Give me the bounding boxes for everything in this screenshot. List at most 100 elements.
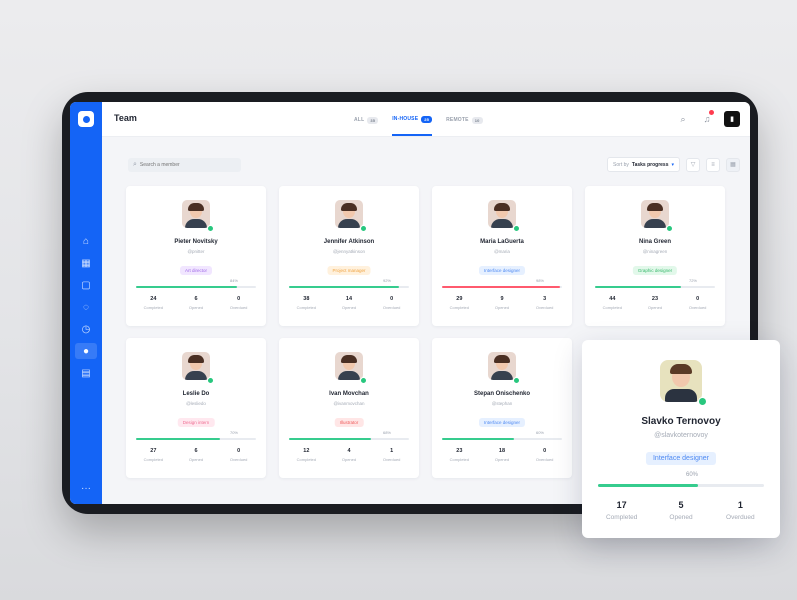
home-icon[interactable]: ⌂: [75, 233, 97, 249]
progress-percent: 98%: [535, 278, 544, 283]
team-icon[interactable]: ●: [75, 343, 97, 359]
page-title: Team: [114, 113, 137, 123]
avatar: [182, 200, 210, 228]
online-status: [666, 225, 673, 232]
member-card[interactable]: Stepan Onischenko @stephan Interface desig…: [432, 338, 572, 478]
online-status: [207, 225, 214, 232]
top-bar: Team ALL 35 IN-HOUSE 25 REMOTE 10 ⌕ ♫ ▮: [102, 102, 750, 137]
list-view-icon[interactable]: ≡: [706, 157, 720, 172]
member-handle: @pnitter: [187, 249, 205, 254]
chevron-down-icon: ▾: [671, 161, 674, 168]
member-card[interactable]: Nina Green @ninagreen Graphic designer 72% 4…: [585, 186, 725, 326]
avatar: [488, 200, 516, 228]
sidebar-nav: ⌂ ▦ ▢ ◌ ◷ ● ▤: [75, 233, 97, 381]
filter-tabs: ALL 35 IN-HOUSE 25 REMOTE 10: [354, 102, 483, 136]
member-name: Ivan Movchan: [329, 391, 369, 397]
progress-bar: [136, 438, 256, 440]
filter-icon[interactable]: ▽: [686, 157, 700, 172]
member-handle: @lesliedo: [186, 401, 206, 406]
avatar: [182, 352, 210, 380]
search-icon[interactable]: ⌕: [676, 112, 690, 126]
tab-all[interactable]: ALL 35: [354, 102, 379, 136]
avatar: [641, 200, 669, 228]
progress-percent: 70%: [229, 430, 238, 435]
progress-percent: 92%: [382, 278, 391, 283]
member-handle: @slavkoternovoy: [654, 432, 708, 439]
progress-bar: [595, 286, 715, 288]
member-card[interactable]: Leslie Do @lesliedo Design intern 70% 27 Comp…: [126, 338, 266, 478]
avatar: [335, 352, 363, 380]
member-name: Slavko Ternovoy: [641, 416, 721, 427]
role-badge: Interface designer: [478, 266, 526, 275]
online-status: [360, 225, 367, 232]
avatar: [335, 200, 363, 228]
grid-icon[interactable]: ▦: [75, 255, 97, 271]
calendar-icon[interactable]: ▢: [75, 277, 97, 293]
bell-icon[interactable]: ♫: [700, 110, 714, 126]
member-card[interactable]: Jennifer Atkinson @jennyatkinson Project m…: [279, 186, 419, 326]
task-stats: 23 Completed 18 Opened 0 Overdued: [449, 448, 554, 462]
clock-icon[interactable]: ◷: [75, 321, 97, 337]
progress-bar: [442, 438, 562, 440]
grid-view-icon[interactable]: ▦: [726, 157, 740, 172]
member-detail-card[interactable]: Slavko Ternovoy @slavkoternovoy Interfac…: [582, 340, 780, 538]
online-status: [207, 377, 214, 384]
task-stats: 27 Completed 6 Opened 0 Overdued: [143, 448, 248, 462]
member-card[interactable]: Ivan Movchan @ivanmovchan Illustrator 68% 12…: [279, 338, 419, 478]
chat-icon[interactable]: ◌: [75, 299, 97, 315]
tab-in-house[interactable]: IN-HOUSE 25: [392, 102, 433, 136]
tab-remote[interactable]: REMOTE 10: [446, 102, 483, 136]
top-actions: ⌕ ♫ ▮: [676, 110, 740, 127]
progress-percent: 68%: [382, 430, 391, 435]
task-stats: 38 Completed 14 Opened 0 Overdued: [296, 296, 401, 310]
member-name: Pieter Novitsky: [174, 239, 218, 245]
avatar: [488, 352, 516, 380]
member-handle: @ninagreen: [642, 249, 668, 254]
sort-controls: Sort by Tasks progress ▾ ▽ ≡ ▦: [607, 157, 740, 172]
role-badge: Design intern: [177, 418, 215, 427]
app-logo[interactable]: [78, 111, 94, 127]
role-badge: Project manager: [327, 266, 371, 275]
online-status: [698, 397, 707, 406]
progress-percent: 60%: [685, 472, 698, 478]
sort-dropdown[interactable]: Sort by Tasks progress ▾: [607, 157, 680, 172]
user-icon[interactable]: ▮: [724, 111, 740, 127]
online-status: [513, 225, 520, 232]
task-stats: 17 Completed 5 Opened 1 Overdued: [605, 500, 755, 521]
online-status: [513, 377, 520, 384]
member-name: Leslie Do: [182, 391, 210, 397]
role-badge: Interface designer: [478, 418, 526, 427]
tab-count: 35: [367, 116, 379, 124]
member-name: Maria LaGuerta: [480, 239, 524, 245]
member-handle: @ivanmovchan: [333, 401, 365, 406]
search-input[interactable]: [139, 162, 228, 168]
progress-percent: 84%: [229, 278, 238, 283]
member-name: Jennifer Atkinson: [323, 239, 375, 245]
task-stats: 12 Completed 4 Opened 1 Overdued: [296, 448, 401, 462]
search-icon: ⌕: [133, 161, 137, 168]
member-handle: @jennyatkinson: [332, 249, 366, 254]
role-badge: Graphic designer: [632, 266, 678, 275]
role-badge: Illustrator: [334, 418, 364, 427]
sidebar: ⌂ ▦ ▢ ◌ ◷ ● ▤ ···: [70, 102, 102, 504]
more-icon[interactable]: ···: [81, 483, 91, 494]
tab-count: 10: [471, 116, 483, 124]
report-icon[interactable]: ▤: [75, 365, 97, 381]
progress-percent: 60%: [535, 430, 544, 435]
member-handle: @stephan: [491, 401, 513, 406]
role-badge: Interface designer: [645, 452, 717, 465]
member-name: Nina Green: [638, 239, 671, 245]
member-handle: @maria: [494, 249, 510, 254]
progress-bar: [598, 484, 764, 487]
progress-percent: 72%: [688, 278, 697, 283]
online-status: [360, 377, 367, 384]
member-card[interactable]: Maria LaGuerta @maria Interface designer 98…: [432, 186, 572, 326]
task-stats: 44 Completed 23 Opened 0 Overdued: [602, 296, 707, 310]
task-stats: 24 Completed 6 Opened 0 Overdued: [143, 296, 248, 310]
member-card[interactable]: Pieter Novitsky @pnitter Art director 84% 24…: [126, 186, 266, 326]
member-search: ⌕: [128, 158, 241, 172]
role-badge: Art director: [179, 266, 213, 275]
progress-bar: [289, 438, 409, 440]
progress-bar: [442, 286, 562, 288]
task-stats: 29 Completed 9 Opened 3 Overdued: [449, 296, 554, 310]
